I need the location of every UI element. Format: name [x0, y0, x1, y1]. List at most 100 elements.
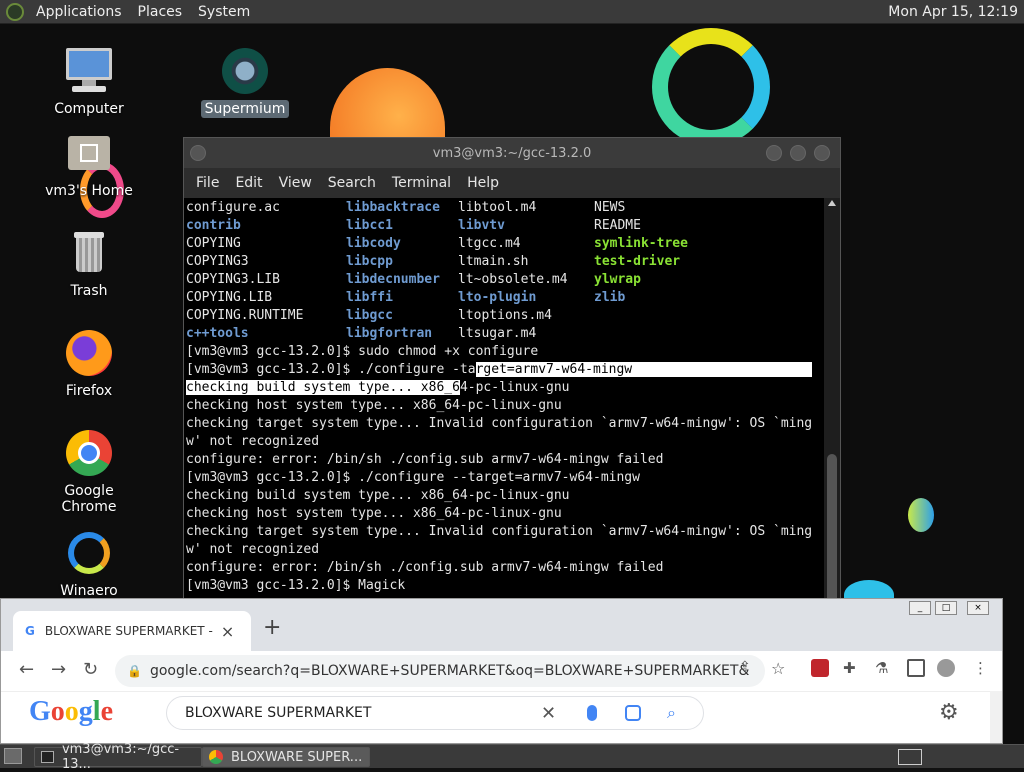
- terminal-scrollbar[interactable]: [824, 198, 840, 608]
- menu-system[interactable]: System: [190, 4, 258, 20]
- listing-entry: COPYING.RUNTIME: [186, 308, 304, 323]
- terminal-line: checking host system type... x86_64-pc-l…: [186, 506, 562, 521]
- listing-entry: libcc1: [346, 218, 393, 233]
- menu-places[interactable]: Places: [130, 4, 191, 20]
- chrome-tab[interactable]: G BLOXWARE SUPERMARKET - Goog ×: [13, 611, 251, 651]
- chrome-icon: [64, 428, 114, 478]
- search-magnifier-icon[interactable]: ⌕: [667, 703, 676, 723]
- listing-entry: zlib: [594, 290, 626, 305]
- menu-applications[interactable]: Applications: [28, 4, 130, 20]
- listing-entry: README: [594, 218, 641, 233]
- terminal-line: checking target system type... Invalid c…: [186, 416, 813, 431]
- desktop-icon-supermium[interactable]: Supermium: [190, 46, 300, 118]
- supermium-icon: [220, 46, 270, 96]
- reload-icon[interactable]: ↻: [83, 659, 98, 680]
- chrome-maximize-button[interactable]: □: [935, 601, 957, 615]
- menu-edit[interactable]: Edit: [227, 175, 270, 191]
- chrome-toolbar: ← → ↻ 🔒 google.com/search?q=BLOXWARE+SUP…: [1, 651, 1002, 691]
- desktop-icon-firefox[interactable]: Firefox: [34, 328, 144, 400]
- listing-entry: libgcc: [346, 308, 393, 323]
- menu-search[interactable]: Search: [320, 175, 384, 191]
- share-icon[interactable]: ⇪: [739, 659, 757, 677]
- desktop-icon-label: Google Chrome: [61, 483, 117, 515]
- taskbar-item-terminal[interactable]: vm3@vm3:~/gcc-13...: [34, 742, 202, 772]
- trash-icon: [64, 228, 114, 278]
- listing-entry: COPYING3: [186, 254, 249, 269]
- terminal-line: w' not recognized: [186, 542, 320, 557]
- menu-terminal[interactable]: Terminal: [384, 175, 459, 191]
- listing-entry: libdecnumber: [346, 272, 440, 287]
- listing-entry: ltmain.sh: [458, 254, 529, 269]
- chrome-scrollbar[interactable]: [990, 691, 1002, 743]
- winaero-tweaker-icon: [64, 528, 114, 578]
- listing-row: contrib libcc1 libvtv README: [186, 217, 824, 235]
- terminal-menubar: File Edit View Search Terminal Help: [184, 168, 840, 198]
- menu-view[interactable]: View: [271, 175, 320, 191]
- wallpaper-green-ring: [652, 28, 770, 146]
- menu-file[interactable]: File: [188, 175, 227, 191]
- listing-row: COPYING3 libcpp ltmain.sh test-driver: [186, 253, 824, 271]
- chrome-minimize-button[interactable]: _: [909, 601, 931, 615]
- desktop-icon-label: Firefox: [65, 383, 113, 399]
- listing-entry: COPYING: [186, 236, 241, 251]
- maximize-button[interactable]: [790, 145, 806, 161]
- listing-entry: libbacktrace: [346, 200, 440, 215]
- terminal-app-icon: [41, 751, 54, 763]
- listing-entry: configure.ac: [186, 200, 280, 215]
- listing-entry: lt~obsolete.m4: [458, 272, 568, 287]
- show-desktop-icon[interactable]: [4, 748, 22, 764]
- directory-listing: configure.ac libbacktrace libtool.m4 NEWS co…: [186, 199, 824, 343]
- terminal-line: checking target system type... Invalid c…: [186, 524, 813, 539]
- menu-help[interactable]: Help: [459, 175, 507, 191]
- terminal-output[interactable]: configure.ac libbacktrace libtool.m4 NEWS co…: [184, 198, 826, 608]
- listing-entry: symlink-tree: [594, 236, 688, 251]
- address-bar[interactable]: 🔒 google.com/search?q=BLOXWARE+SUPERMARK…: [115, 655, 765, 687]
- scroll-up-arrow-icon[interactable]: [828, 200, 836, 206]
- voice-search-icon[interactable]: [587, 705, 597, 721]
- listing-row: COPYING3.LIB libdecnumber lt~obsolete.m4 yl…: [186, 271, 824, 289]
- listing-entry: libtool.m4: [458, 200, 537, 215]
- clear-icon[interactable]: ✕: [541, 703, 556, 724]
- scrollbar-thumb[interactable]: [827, 454, 837, 604]
- profile-avatar-icon[interactable]: [937, 659, 955, 677]
- clock[interactable]: Mon Apr 15, 12:19: [888, 4, 1024, 20]
- chrome-window[interactable]: G BLOXWARE SUPERMARKET - Goog × + _ □ × …: [0, 598, 1003, 744]
- terminal-line: checking host system type... x86_64-pc-l…: [186, 398, 562, 413]
- listing-entry: libcpp: [346, 254, 393, 269]
- menu-kebab-icon[interactable]: ⋮: [973, 659, 991, 677]
- forward-arrow-icon[interactable]: →: [51, 659, 66, 680]
- settings-gear-icon[interactable]: ⚙: [939, 700, 959, 725]
- close-button[interactable]: [814, 145, 830, 161]
- wallpaper-teal-blob: [908, 498, 934, 532]
- search-input[interactable]: BLOXWARE SUPERMARKET ✕ ⌕: [166, 696, 704, 730]
- ublock-extension-icon[interactable]: [811, 659, 829, 677]
- tab-close-icon[interactable]: ×: [221, 622, 234, 641]
- workspace-switcher[interactable]: [898, 749, 922, 765]
- minimize-button[interactable]: [766, 145, 782, 161]
- side-panel-icon[interactable]: [907, 659, 925, 677]
- lens-search-icon[interactable]: [625, 705, 641, 721]
- computer-icon: [64, 46, 114, 96]
- listing-entry: libvtv: [458, 218, 505, 233]
- desktop-icon-label: Computer: [54, 101, 124, 117]
- extensions-puzzle-icon[interactable]: ✚: [843, 659, 861, 677]
- taskbar-item-chrome[interactable]: BLOXWARE SUPER...: [202, 747, 370, 767]
- desktop-icon-trash[interactable]: Trash: [34, 228, 144, 300]
- chrome-tabstrip: G BLOXWARE SUPERMARKET - Goog × + _ □ ×: [1, 599, 1002, 651]
- new-tab-button[interactable]: +: [263, 615, 281, 640]
- back-arrow-icon[interactable]: ←: [19, 659, 34, 680]
- terminal-titlebar[interactable]: vm3@vm3:~/gcc-13.2.0: [184, 138, 840, 168]
- desktop-icon-home[interactable]: vm3's Home: [34, 128, 144, 200]
- tab-title: BLOXWARE SUPERMARKET - Goog: [44, 624, 215, 638]
- labs-flask-icon[interactable]: ⚗: [875, 659, 893, 677]
- mate-logo-icon[interactable]: [6, 2, 24, 21]
- bookmark-star-icon[interactable]: ☆: [771, 659, 789, 678]
- chrome-close-button[interactable]: ×: [967, 601, 989, 615]
- google-logo[interactable]: Google: [29, 696, 113, 728]
- terminal-window[interactable]: vm3@vm3:~/gcc-13.2.0 File Edit View Sear…: [183, 137, 841, 608]
- desktop-icon-chrome[interactable]: Google Chrome: [34, 428, 144, 516]
- desktop-icon-computer[interactable]: Computer: [34, 46, 144, 118]
- firefox-icon: [64, 328, 114, 378]
- window-menu-button[interactable]: [190, 145, 206, 161]
- terminal-line: configure: error: /bin/sh ./config.sub a…: [186, 560, 664, 575]
